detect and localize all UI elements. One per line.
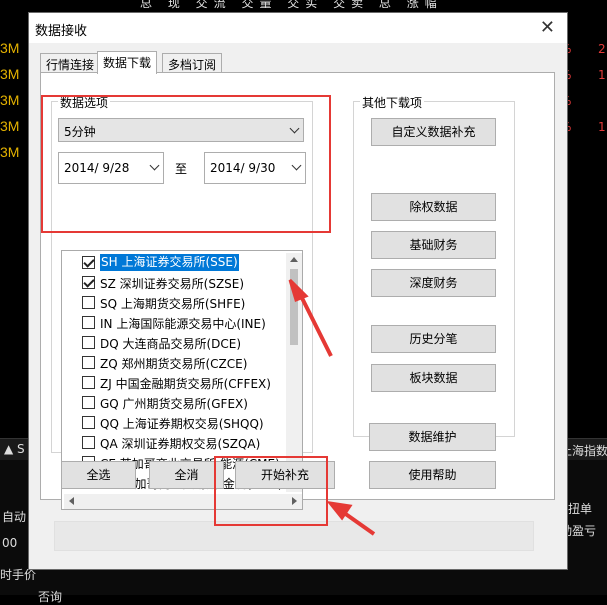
tab-data-download[interactable]: 数据下载 bbox=[97, 51, 158, 74]
arrow-to-scrollbar-icon bbox=[288, 278, 333, 357]
arrow-to-start-icon bbox=[326, 500, 376, 536]
annotation-arrows bbox=[288, 278, 376, 536]
